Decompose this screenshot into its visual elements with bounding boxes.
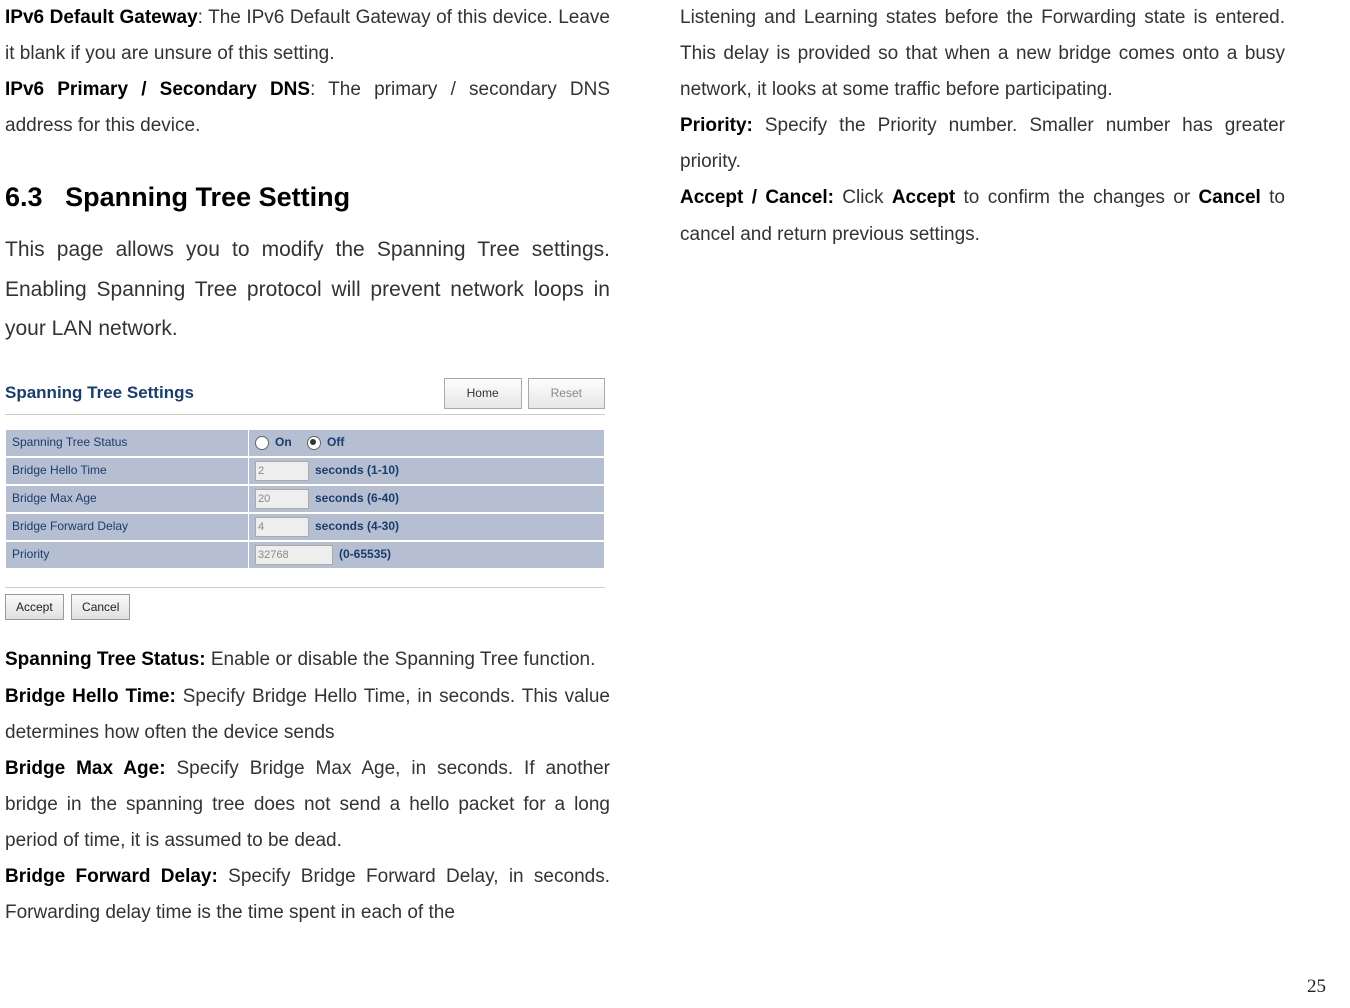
button-accept[interactable]: Accept (5, 594, 64, 621)
para-accept-cancel: Accept / Cancel: Click Accept to confirm… (680, 180, 1285, 252)
para-listening: Listening and Learning states before the… (680, 0, 1285, 108)
radio-off-label: Off (327, 431, 344, 454)
para-hello: Bridge Hello Time: Specify Bridge Hello … (5, 679, 610, 751)
shot-table: Spanning Tree Status On Off Bridge Hello… (5, 429, 605, 569)
label-ipv6-dns: IPv6 Primary / Secondary DNS (5, 79, 310, 100)
input-hello[interactable] (255, 461, 309, 481)
label-ipv6-gateway: IPv6 Default Gateway (5, 7, 198, 28)
row-fwd-value: seconds (4-30) (249, 514, 604, 540)
embedded-screenshot: Spanning Tree Settings Home Reset Spanni… (5, 377, 605, 620)
row-maxage-value: seconds (6-40) (249, 486, 604, 512)
input-priority[interactable] (255, 545, 333, 565)
row-status-label: Spanning Tree Status (6, 430, 249, 456)
para-status: Spanning Tree Status: Enable or disable … (5, 642, 610, 678)
radio-on[interactable] (255, 436, 269, 450)
label-hello: Bridge Hello Time: (5, 686, 176, 707)
row-priority-value: (0-65535) (249, 542, 604, 568)
radio-on-label: On (275, 431, 292, 454)
button-cancel[interactable]: Cancel (71, 594, 130, 621)
page-number: 25 (1307, 976, 1326, 998)
hint-maxage: seconds (6-40) (315, 487, 399, 510)
input-maxage[interactable] (255, 489, 309, 509)
para-fwd: Bridge Forward Delay: Specify Bridge For… (5, 859, 610, 931)
shot-buttons: Accept Cancel (5, 587, 605, 621)
row-fwd-label: Bridge Forward Delay (6, 514, 249, 540)
tab-home[interactable]: Home (444, 378, 522, 409)
shot-header: Spanning Tree Settings Home Reset (5, 377, 605, 414)
section-title: Spanning Tree Setting (65, 182, 350, 212)
hint-fwd: seconds (4-30) (315, 515, 399, 538)
label-accept-cancel: Accept / Cancel: (680, 187, 834, 208)
hint-hello: seconds (1-10) (315, 459, 399, 482)
para-priority: Priority: Specify the Priority number. S… (680, 108, 1285, 180)
bold-cancel: Cancel (1199, 187, 1261, 208)
para-maxage: Bridge Max Age: Specify Bridge Max Age, … (5, 751, 610, 859)
bold-accept: Accept (892, 187, 955, 208)
tab-reset[interactable]: Reset (528, 378, 605, 409)
text-priority: Specify the Priority number. Smaller num… (680, 115, 1285, 172)
row-priority-label: Priority (6, 542, 249, 568)
row-fwd: Bridge Forward Delay seconds (4-30) (5, 513, 605, 541)
label-status: Spanning Tree Status: (5, 649, 206, 670)
label-priority: Priority: (680, 115, 753, 136)
text-ac-2: to confirm the changes or (955, 187, 1198, 208)
text-status: Enable or disable the Spanning Tree func… (206, 649, 596, 670)
shot-title: Spanning Tree Settings (5, 377, 194, 409)
row-maxage-label: Bridge Max Age (6, 486, 249, 512)
row-status: Spanning Tree Status On Off (5, 429, 605, 457)
section-number: 6.3 (5, 182, 43, 212)
text-ac-1: Click (834, 187, 892, 208)
row-status-value: On Off (249, 430, 604, 456)
row-priority: Priority (0-65535) (5, 541, 605, 569)
radio-off[interactable] (307, 436, 321, 450)
para-ipv6-dns: IPv6 Primary / Secondary DNS: The primar… (5, 72, 610, 144)
shot-tabs: Home Reset (444, 378, 605, 409)
row-maxage: Bridge Max Age seconds (6-40) (5, 485, 605, 513)
section-heading: 6.3 Spanning Tree Setting (5, 172, 610, 223)
row-hello: Bridge Hello Time seconds (1-10) (5, 457, 605, 485)
input-fwd[interactable] (255, 517, 309, 537)
para-ipv6-gateway: IPv6 Default Gateway: The IPv6 Default G… (5, 0, 610, 72)
section-intro: This page allows you to modify the Spann… (5, 230, 610, 350)
hint-priority: (0-65535) (339, 543, 391, 566)
row-hello-label: Bridge Hello Time (6, 458, 249, 484)
label-maxage: Bridge Max Age: (5, 758, 166, 779)
row-hello-value: seconds (1-10) (249, 458, 604, 484)
label-fwd: Bridge Forward Delay: (5, 866, 218, 887)
